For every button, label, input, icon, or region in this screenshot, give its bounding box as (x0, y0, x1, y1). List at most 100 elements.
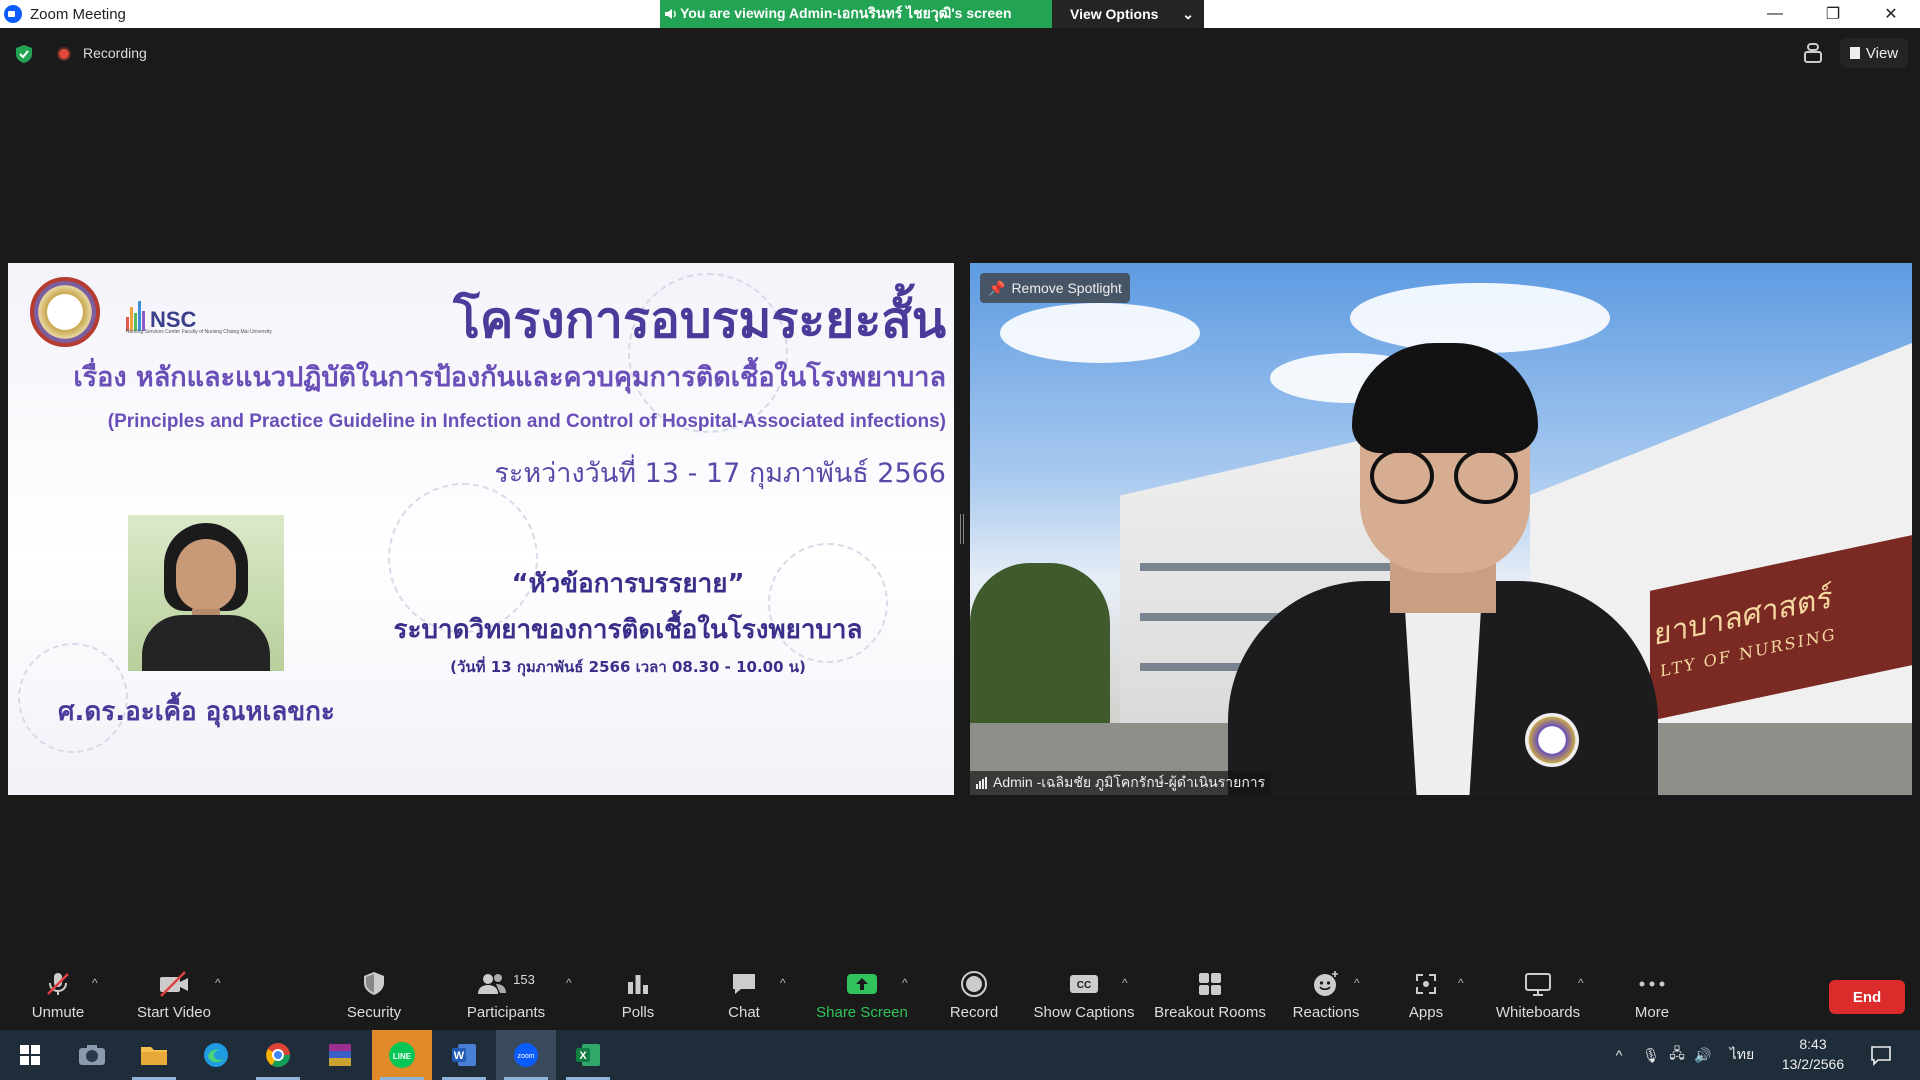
slide-dates: ระหว่างวันที่ 13 - 17 กุมภาพันธ์ 2566 (494, 458, 946, 489)
breakout-rooms-button[interactable]: Breakout Rooms (1152, 962, 1268, 1030)
apps-button[interactable]: Apps (1390, 962, 1462, 1030)
meeting-info-bar: Recording View (0, 28, 1920, 80)
spotlight-video-panel[interactable]: ยาบาลศาสตร์ LTY OF NURSING 📌 Remove Spot… (970, 263, 1912, 795)
system-clock[interactable]: 8:43 13/2/2566 (1774, 1034, 1852, 1074)
slide-subtitle-english: (Principles and Practice Guideline in In… (107, 411, 946, 432)
notification-center-icon[interactable] (1856, 1030, 1906, 1080)
share-screen-caret-icon[interactable]: ^ (902, 976, 908, 990)
topic-datetime: (วันที่ 13 กุมภาพันธ์ 2566 เวลา 08.30 - … (450, 658, 806, 676)
view-options-label: View Options (1070, 6, 1159, 22)
participant-name: Admin -เฉลิมชัย ภูมิโคกรักษ์-ผู้ดำเนินรา… (993, 774, 1266, 790)
zoom-app-icon[interactable]: zoom (496, 1030, 556, 1080)
remove-spotlight-label: Remove Spotlight (1011, 280, 1122, 296)
remove-spotlight-button[interactable]: 📌 Remove Spotlight (980, 273, 1130, 303)
shared-screen-panel[interactable]: NSC Nursing Services Center Faculty of N… (8, 263, 954, 795)
word-app-icon[interactable]: W (434, 1030, 494, 1080)
signal-strength-icon (976, 777, 987, 789)
viewing-banner-text-box: You are viewing Admin-เอกนรินทร์ ไชยวุฒิ… (660, 0, 1052, 28)
file-explorer-icon[interactable] (124, 1030, 184, 1080)
reactions-label: Reactions (1292, 1004, 1360, 1021)
record-button[interactable]: Record (938, 962, 1010, 1030)
volume-tray-icon[interactable]: 🔊 (1690, 1047, 1716, 1064)
nsc-logo-text: NSC (150, 307, 197, 332)
panel-resize-handle[interactable] (960, 514, 964, 544)
input-language-indicator[interactable]: ไทย (1724, 1044, 1760, 1066)
svg-text:W: W (454, 1050, 465, 1062)
slide-title: โครงการอบรมระยะสั้น (453, 291, 946, 349)
viewing-banner: You are viewing Admin-เอกนรินทร์ ไชยวุฒิ… (660, 0, 1204, 28)
pin-icon: 📌 (988, 279, 1006, 296)
edge-browser-icon[interactable] (186, 1030, 246, 1080)
polls-label: Polls (621, 1004, 655, 1021)
apps-caret-icon[interactable]: ^ (1458, 976, 1464, 990)
minimize-button[interactable]: — (1746, 0, 1804, 28)
share-screen-button[interactable]: Share Screen (812, 962, 912, 1030)
participants-label: Participants (466, 1004, 546, 1021)
excel-app-icon[interactable]: X (558, 1030, 618, 1080)
participant-name-tag: Admin -เฉลิมชัย ภูมิโคกรักษ์-ผู้ดำเนินรา… (970, 771, 1272, 795)
video-options-caret-icon[interactable]: ^ (215, 976, 221, 990)
chrome-browser-icon[interactable] (248, 1030, 308, 1080)
breakout-rooms-grid-icon (1194, 970, 1226, 998)
viewing-banner-text: You are viewing Admin-เอกนรินทร์ ไชยวุฒิ… (680, 5, 1012, 21)
security-button[interactable]: Security (338, 962, 410, 1030)
immersive-view-icon[interactable] (1800, 40, 1826, 66)
windows-taskbar: LINE W zoom X ^ 🎙 🖧 🔊 ไทย 8:43 13/2/2566 (0, 1030, 1920, 1080)
start-video-button[interactable]: Start Video (130, 962, 218, 1030)
cloud-decoration (1350, 283, 1610, 353)
svg-text:X: X (579, 1050, 587, 1062)
speaker-name: ศ.ดร.อะเคื้อ อุณหเลขกะ (58, 697, 335, 727)
whiteboards-caret-icon[interactable]: ^ (1578, 976, 1584, 990)
microphone-tray-icon[interactable]: 🎙 (1638, 1047, 1664, 1064)
security-shield-icon (358, 970, 390, 998)
more-ellipsis-icon (1636, 970, 1668, 998)
view-label: View (1865, 44, 1899, 62)
whiteboards-button[interactable]: Whiteboards (1488, 962, 1588, 1030)
reactions-caret-icon[interactable]: ^ (1354, 976, 1360, 990)
reactions-button[interactable]: Reactions (1288, 962, 1364, 1030)
participants-button[interactable]: 153 Participants (462, 962, 550, 1030)
unmute-button[interactable]: Unmute (22, 962, 94, 1030)
closed-captions-icon: CC (1068, 970, 1100, 998)
start-video-label: Start Video (137, 1004, 211, 1021)
zoom-logo-icon (4, 5, 22, 23)
polls-button[interactable]: Polls (602, 962, 674, 1030)
view-button[interactable]: View (1840, 38, 1908, 68)
camera-app-icon[interactable] (62, 1030, 122, 1080)
participant-count: 153 (513, 971, 535, 987)
topic-title: ระบาดวิทยาของการติดเชื้อในโรงพยาบาล (393, 615, 863, 645)
share-screen-icon (846, 970, 878, 998)
show-hidden-icons-chevron-icon[interactable]: ^ (1608, 1047, 1630, 1063)
captions-caret-icon[interactable]: ^ (1122, 976, 1128, 990)
title-bar: Zoom Meeting You are viewing Admin-เอกนร… (0, 0, 1920, 28)
end-label: End (1852, 988, 1882, 1006)
chevron-down-icon: ⌄ (1182, 5, 1194, 22)
topic-heading: “หัวข้อการบรรยาย” (511, 569, 745, 599)
apps-icon (1410, 970, 1442, 998)
clock-date: 13/2/2566 (1781, 1056, 1845, 1072)
chat-button[interactable]: Chat (708, 962, 780, 1030)
participants-caret-icon[interactable]: ^ (566, 976, 572, 990)
winrar-icon[interactable] (310, 1030, 370, 1080)
recording-label[interactable]: Recording (83, 45, 147, 61)
close-window-button[interactable]: ✕ (1862, 0, 1920, 28)
show-captions-button[interactable]: CC Show Captions (1030, 962, 1138, 1030)
chat-caret-icon[interactable]: ^ (780, 976, 786, 990)
network-tray-icon[interactable]: 🖧 (1664, 1043, 1690, 1067)
view-grid-icon (1849, 47, 1860, 59)
meeting-toolbar: Unmute ^ Start Video ^ Security 153 Part… (0, 962, 1920, 1030)
line-app-icon[interactable]: LINE (372, 1030, 432, 1080)
participants-icon: 153 (466, 970, 546, 998)
restore-button[interactable]: ❐ (1804, 0, 1862, 28)
faculty-seal-logo (30, 277, 100, 347)
encryption-shield-icon[interactable] (15, 44, 33, 64)
view-options-button[interactable]: View Options ⌄ (1052, 0, 1204, 28)
audio-options-caret-icon[interactable]: ^ (92, 976, 98, 990)
end-meeting-button[interactable]: End (1829, 980, 1905, 1014)
record-label: Record (949, 1004, 999, 1021)
breakout-rooms-label: Breakout Rooms (1154, 1004, 1266, 1021)
more-button[interactable]: More (1616, 962, 1688, 1030)
windows-start-icon[interactable] (0, 1030, 60, 1080)
more-label: More (1634, 1004, 1670, 1021)
system-tray: ^ 🎙 🖧 🔊 ไทย (1608, 1030, 1760, 1080)
